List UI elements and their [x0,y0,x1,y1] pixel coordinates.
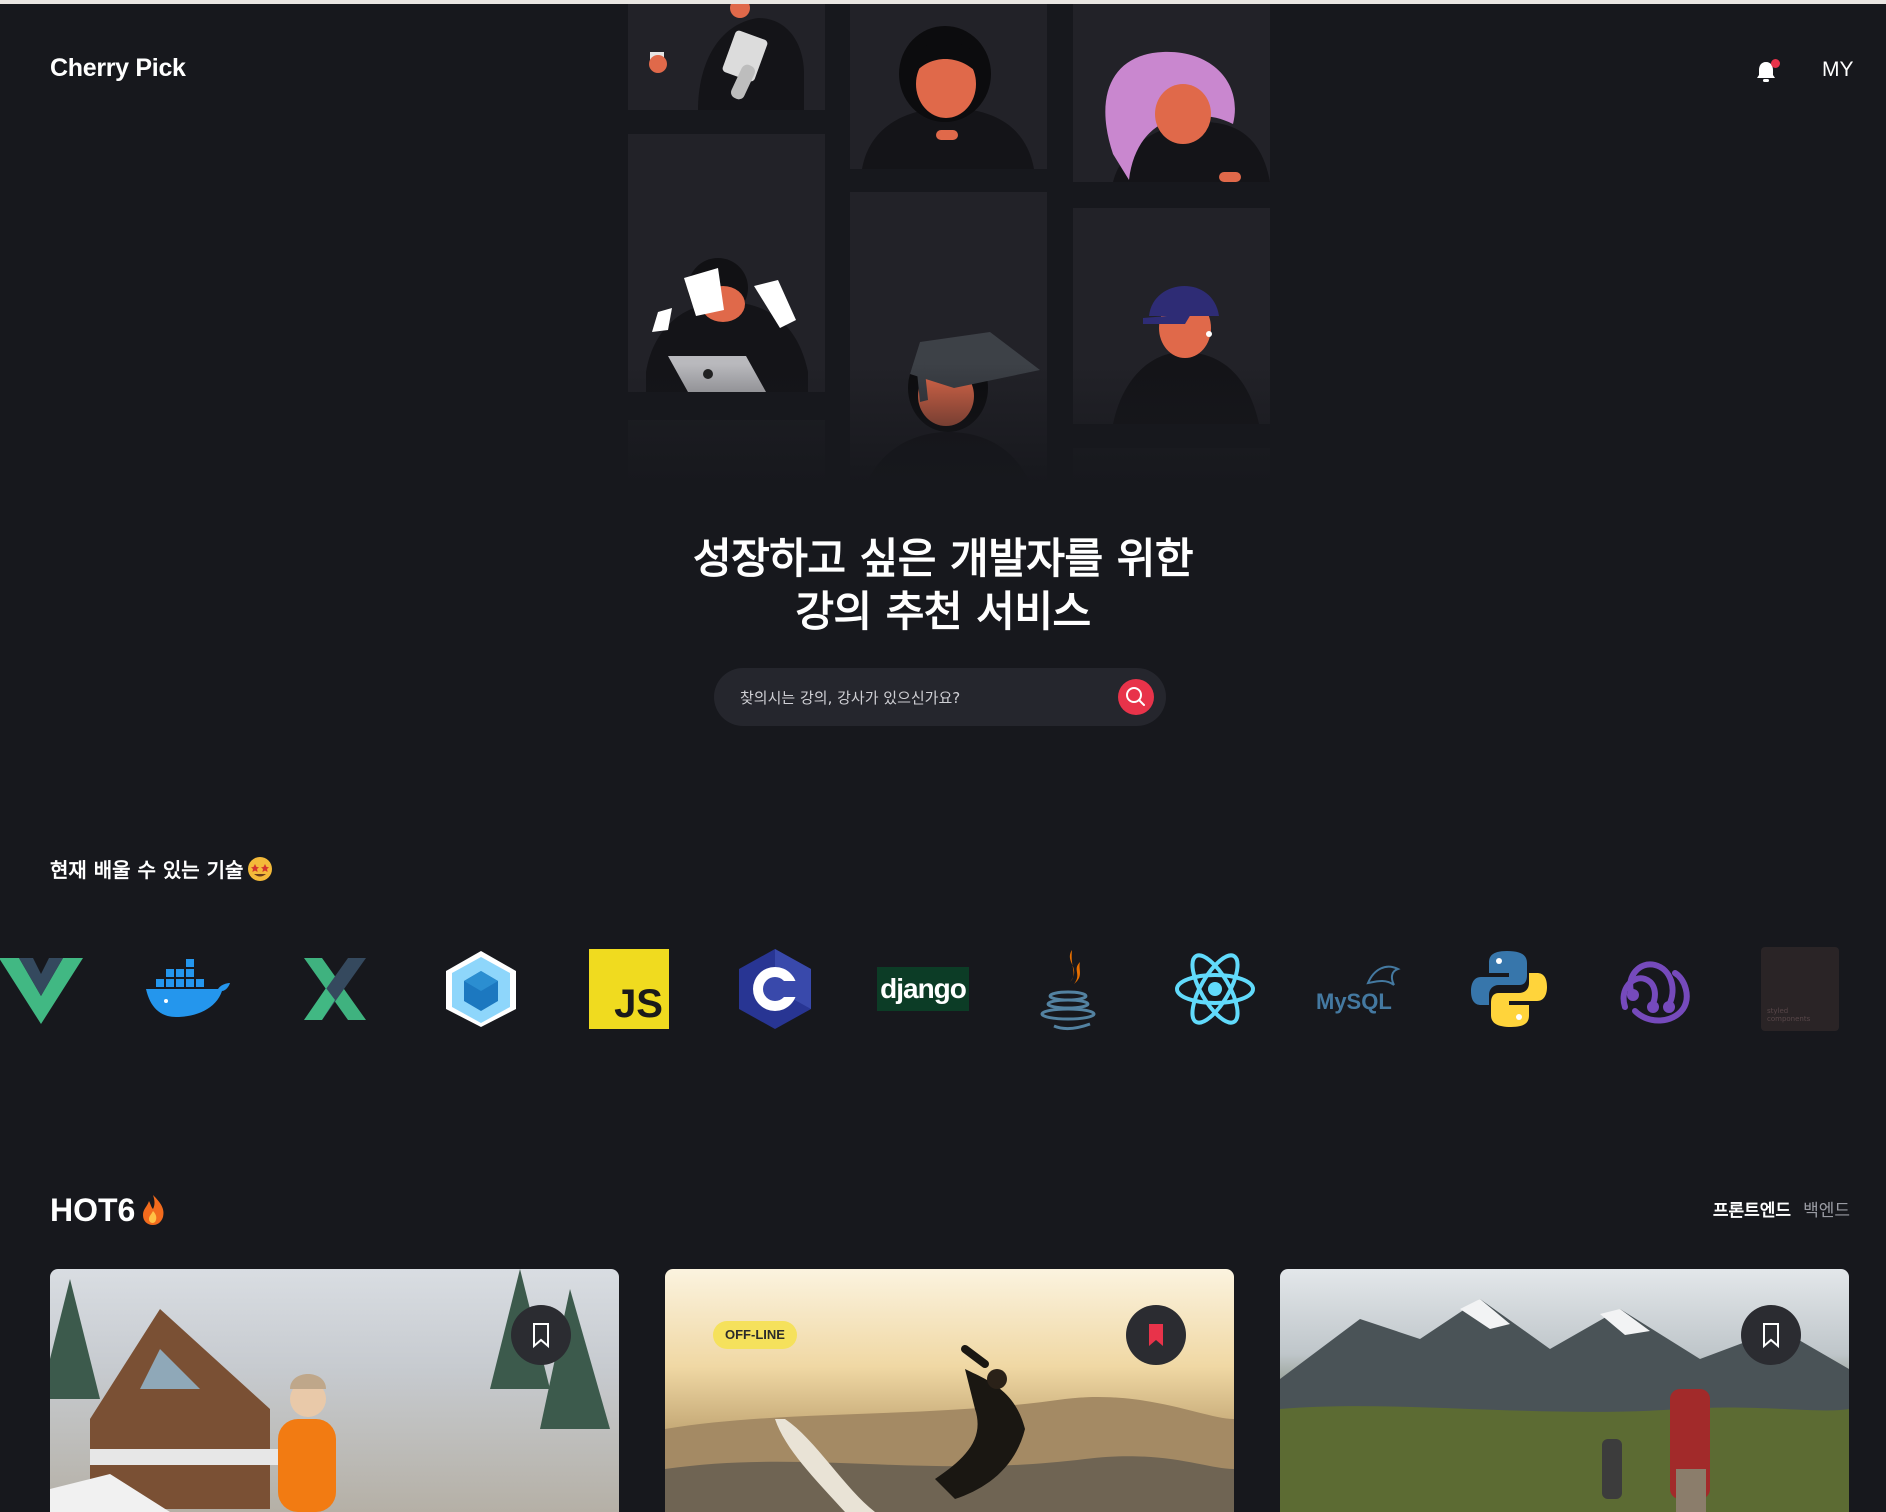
star-struck-emoji-icon [247,856,273,887]
c-language-icon[interactable] [730,944,820,1034]
tech-section-title: 현재 배울 수 있는 기술 [50,854,273,887]
javascript-icon[interactable]: JS [584,944,674,1034]
django-icon[interactable]: django [876,944,970,1034]
illustration-thinking-person [850,4,1047,169]
search-icon [1126,687,1145,706]
course-card-2[interactable]: OFF-LINE [665,1269,1234,1512]
offline-badge: OFF-LINE [713,1321,797,1349]
nuxt-icon[interactable] [290,944,380,1034]
java-icon[interactable] [1024,944,1114,1034]
hero-headline-line1: 성장하고 싶은 개발자를 위한 [692,534,1194,583]
vue-icon[interactable] [0,944,86,1034]
docker-icon[interactable] [142,944,232,1034]
mysql-icon[interactable]: MySQL [1312,944,1412,1034]
hero-illustration [628,4,1272,504]
search-bar [714,668,1166,728]
fire-emoji-icon [139,1193,167,1233]
bookmark-button[interactable] [1741,1305,1801,1365]
bookmark-button-active[interactable] [1126,1305,1186,1365]
bookmark-filled-icon [1149,1324,1163,1346]
hot-section-title: HOT6 [50,1192,167,1233]
search-button[interactable] [1118,679,1154,715]
hero-headline: 성장하고 싶은 개발자를 위한 강의 추천 서비스 [0,532,1886,638]
bookmark-outline-icon [1763,1323,1779,1349]
logo[interactable]: Cherry Pick [50,54,186,83]
redux-icon[interactable] [1610,944,1700,1034]
styled-components-icon[interactable]: styled components [1760,944,1840,1034]
django-label: django [880,973,967,1004]
bookmark-button[interactable] [511,1305,571,1365]
illustration-laptop-person [628,134,825,392]
javascript-label: JS [614,982,663,1026]
webpack-icon[interactable] [436,944,526,1034]
hot-section-title-text: HOT6 [50,1192,136,1228]
tab-backend[interactable]: 백엔드 [1803,1201,1850,1221]
tab-frontend[interactable]: 프론트엔드 [1713,1201,1791,1221]
tech-section-title-text: 현재 배울 수 있는 기술 [50,858,244,882]
hero-headline-line2: 강의 추천 서비스 [795,587,1091,636]
illustration-purple-hair-person [1073,4,1270,182]
my-page-link[interactable]: MY [1822,58,1854,82]
styled-components-label: styled components [1767,1007,1811,1023]
python-icon[interactable] [1464,944,1554,1034]
mysql-label: MySQL [1316,989,1392,1014]
hot-category-tabs: 프론트엔드 백엔드 [1701,1196,1850,1221]
search-input[interactable] [738,668,1102,728]
course-card-1[interactable] [50,1269,619,1512]
notification-dot [1771,59,1780,68]
react-icon[interactable] [1170,944,1260,1034]
illustration-coffee-person [628,4,825,110]
course-card-3[interactable] [1280,1269,1849,1512]
tech-logo-carousel: JS django MySQL styled components [0,944,1886,1034]
bookmark-outline-icon [533,1323,549,1349]
notification-bell-icon[interactable] [1756,58,1780,84]
